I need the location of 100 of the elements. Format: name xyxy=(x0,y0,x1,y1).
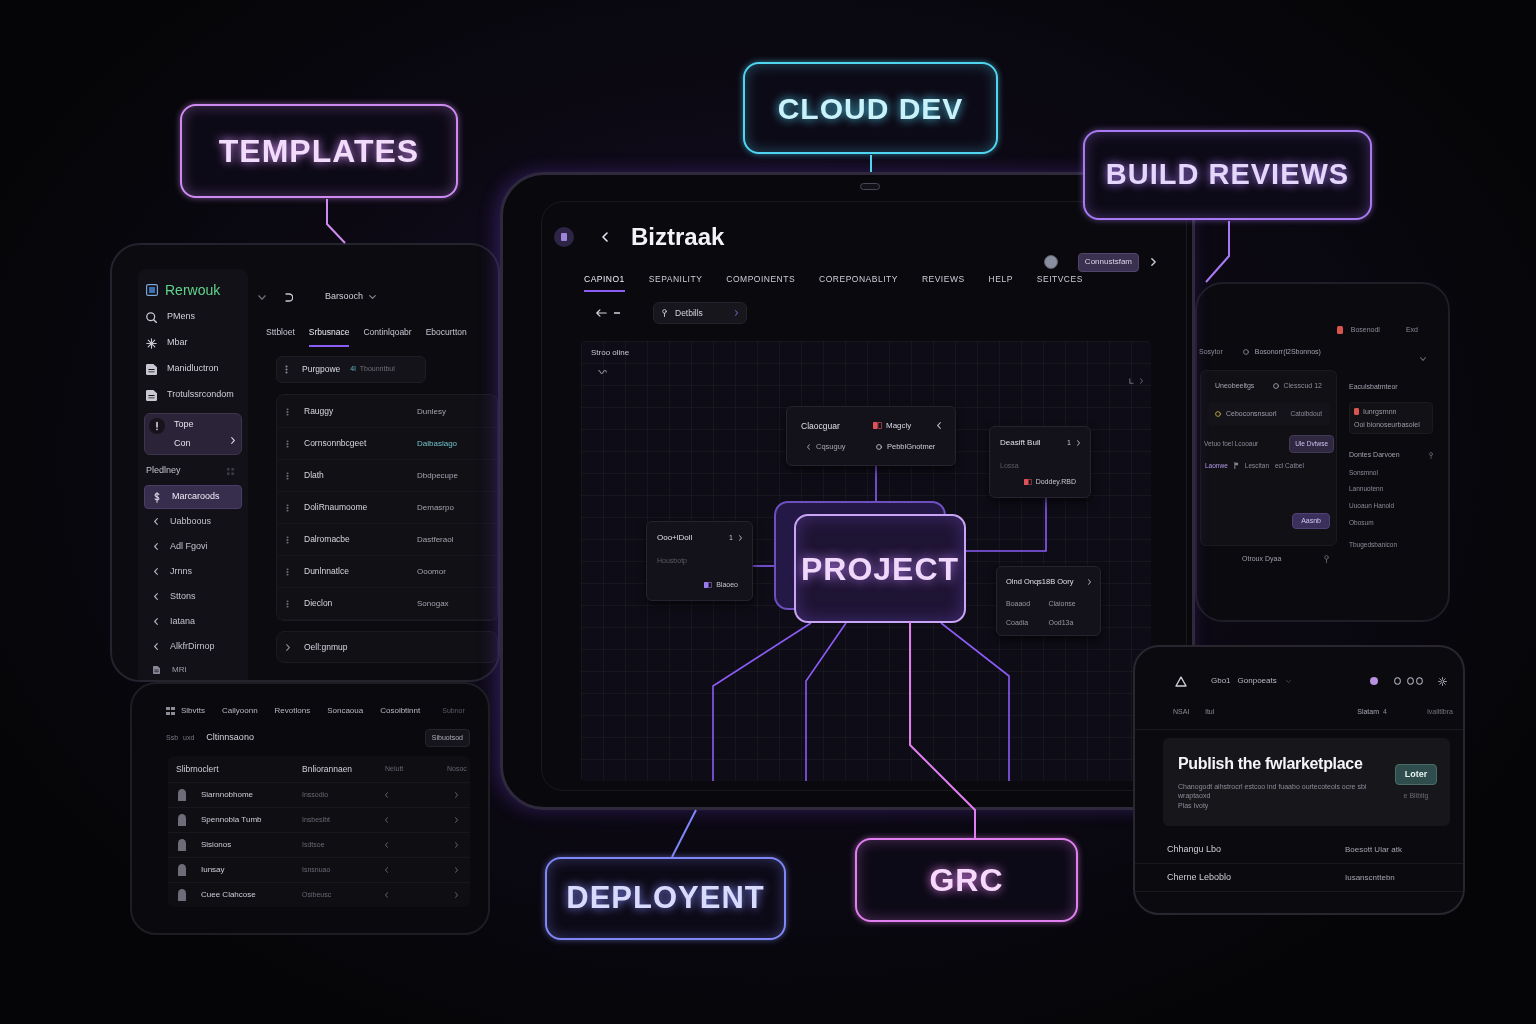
tab[interactable]: Sttbloet xyxy=(266,326,295,347)
settings-icon[interactable] xyxy=(1438,676,1447,686)
tab[interactable]: HELP xyxy=(988,273,1013,292)
sidebar-item[interactable]: Marcaroods xyxy=(144,485,242,509)
chevron-left-icon[interactable] xyxy=(602,232,608,242)
row-value: Iusanscnttebn xyxy=(1345,871,1395,884)
avatar[interactable] xyxy=(1043,255,1058,269)
nav-tab[interactable]: Slbvtts xyxy=(181,705,205,717)
chevron-left-icon xyxy=(154,643,158,650)
camera-notch-icon xyxy=(860,183,880,190)
list-item-value: Dastferaol xyxy=(417,533,454,546)
nav-item[interactable]: Manidluctron xyxy=(167,362,219,376)
chevron-right-icon xyxy=(231,437,235,444)
search-icon[interactable] xyxy=(146,311,157,323)
tab[interactable]: Ebocurtton xyxy=(425,326,467,347)
tab[interactable]: SEITVCES xyxy=(1036,273,1083,292)
nav-tab[interactable]: Soncaoua xyxy=(327,705,364,717)
column-header: Bnliorannaen xyxy=(302,762,354,776)
drag-handle-icon xyxy=(286,503,289,512)
tab[interactable]: Continlqoabr xyxy=(363,326,412,347)
chevron-left-icon xyxy=(807,443,810,450)
tab[interactable]: SEPANILITY xyxy=(648,273,703,292)
sidebar-item[interactable]: Jrnns xyxy=(144,559,242,584)
minus-icon xyxy=(614,312,620,314)
connector-line xyxy=(875,465,877,502)
nav-item[interactable]: Mbar xyxy=(167,336,188,350)
chevron-down-icon[interactable] xyxy=(369,295,377,299)
nav-item[interactable]: Trotulssrcondom xyxy=(167,388,234,402)
chevron-right-icon xyxy=(455,867,458,873)
sidebar-item[interactable]: Uabboous xyxy=(144,509,242,534)
marker-icon xyxy=(1354,408,1359,416)
chevron-left-icon xyxy=(385,842,388,848)
app-title: Gbo1 xyxy=(1211,675,1231,687)
filter-dropdown[interactable]: Detbills xyxy=(653,302,747,324)
document-icon xyxy=(153,666,160,674)
ring-icon xyxy=(1273,383,1280,389)
table-cell: Iunsay xyxy=(201,864,225,876)
project-card[interactable]: Tope Con xyxy=(144,413,242,455)
nav-tab[interactable]: Cosoibtinnt xyxy=(380,705,421,717)
chevron-left-icon xyxy=(385,817,388,823)
group-row[interactable]: Oell:gnmup xyxy=(276,631,498,663)
chevron-left-icon xyxy=(154,568,158,575)
chevron-down-icon[interactable] xyxy=(1420,357,1426,361)
column-header: Slibrnoclert xyxy=(176,762,220,776)
feature-callout: TEMPLATES xyxy=(180,104,458,198)
row-value: Boesott Ular atk xyxy=(1345,843,1402,856)
tab[interactable]: CAPINO1 xyxy=(584,273,625,292)
sidebar-item[interactable]: Sttons xyxy=(144,584,242,609)
brand-name: Rerwouk xyxy=(165,280,221,300)
nav-item[interactable]: MRI xyxy=(172,664,187,676)
list-item-value: Demasrpo xyxy=(417,501,454,514)
nav-item[interactable]: PMens xyxy=(167,310,195,324)
tab[interactable]: Srbusnace xyxy=(308,326,350,347)
drag-handle-icon xyxy=(286,599,289,608)
drag-handle-icon xyxy=(286,535,289,544)
chevron-down-icon[interactable] xyxy=(258,294,266,300)
logo-icon[interactable] xyxy=(1175,675,1187,687)
table-cell: Spennobla Tumb xyxy=(201,814,262,826)
ring-icon xyxy=(1242,349,1249,355)
nav-tab[interactable]: Revotlons xyxy=(274,705,311,717)
sidebar-item[interactable]: Iatana xyxy=(144,609,242,634)
chevron-left-icon xyxy=(385,867,388,873)
arrow-left-icon[interactable] xyxy=(596,309,607,317)
drag-handle-icon xyxy=(286,471,289,480)
tab[interactable]: REVIEWS xyxy=(921,273,965,292)
sidebar-item[interactable]: AlkfrDirnop xyxy=(144,634,242,659)
nav-tab[interactable]: Cailyoonn xyxy=(222,705,258,717)
app-icon[interactable] xyxy=(554,227,574,247)
chevron-right-icon xyxy=(735,310,738,316)
section-title: Pledlney xyxy=(146,464,181,478)
tab[interactable]: COREPONABLITY xyxy=(819,273,898,292)
pin-icon xyxy=(662,309,667,317)
corner-bracket-icon[interactable] xyxy=(1129,378,1134,384)
sidebar-item-label: Iatana xyxy=(170,614,196,628)
drag-handle-icon xyxy=(286,439,289,448)
breadcrumb-text: Barsooch xyxy=(325,290,364,304)
grid-icon xyxy=(227,467,234,475)
document-icon xyxy=(146,363,157,375)
chevron-right-icon xyxy=(455,817,458,823)
later-button[interactable]: Loter xyxy=(1395,764,1437,785)
banner-title: Publish the fwlarketplace xyxy=(1178,754,1364,774)
chevron-left-icon xyxy=(154,593,158,600)
door-icon xyxy=(178,789,186,801)
sidebar-item[interactable]: Adl Fgovi xyxy=(144,534,242,559)
connector-line xyxy=(752,565,775,567)
node-title: Ooo+lDoll xyxy=(657,532,693,544)
tab[interactable]: COMPOINENTS xyxy=(726,273,796,292)
grid-icon xyxy=(166,707,175,715)
chevron-right-icon xyxy=(1088,578,1091,585)
account-button[interactable]: Connustsfam xyxy=(1077,252,1139,272)
chevron-left-icon xyxy=(154,618,158,625)
sidebar-item-label: Marcaroods xyxy=(172,490,220,504)
row-label: Chhangu Lbo xyxy=(1167,842,1223,856)
door-icon xyxy=(178,839,186,851)
drag-handle-icon xyxy=(286,567,289,576)
list-item-value: Ooomor xyxy=(417,565,446,578)
sidebar-item-label: Adl Fgovi xyxy=(170,539,208,553)
node-title: Claocguar xyxy=(801,419,841,433)
chevron-left-icon xyxy=(154,518,158,525)
sidebar-item-label: AlkfrDirnop xyxy=(170,639,215,653)
